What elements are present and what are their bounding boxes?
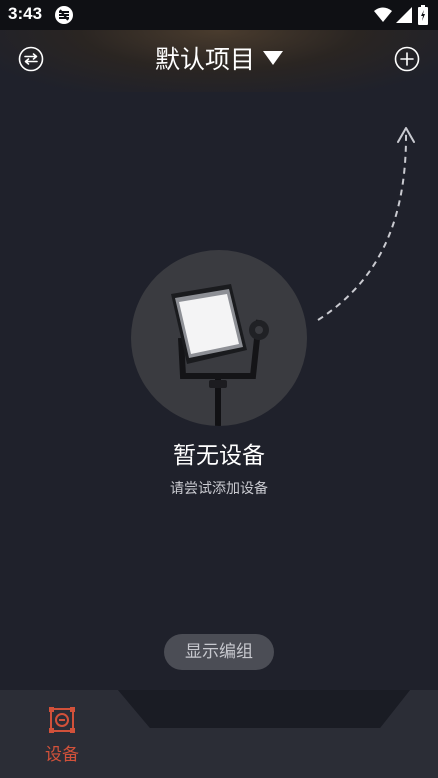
hint-arrow-icon: [317, 127, 415, 321]
cell-signal-icon: [396, 7, 412, 23]
device-frame-icon: [49, 707, 75, 733]
project-selector[interactable]: 默认项目: [0, 40, 438, 76]
empty-state-subtitle: 请尝试添加设备: [170, 481, 268, 497]
bottom-nav: 设备: [0, 690, 438, 778]
caret-down-icon: [263, 51, 283, 65]
status-time: 3:43: [8, 4, 43, 23]
page-title: 默认项目: [154, 45, 255, 74]
wifi-icon: [374, 7, 392, 22]
battery-icon: [418, 5, 428, 25]
status-bar: 3:43: [0, 0, 438, 30]
plus-circle-icon[interactable]: [394, 46, 420, 72]
tab-devices-label: 设备: [45, 745, 79, 765]
app-header: 默认项目: [0, 30, 438, 92]
empty-state-image: [131, 250, 307, 426]
studio-light-image: [171, 284, 269, 426]
app-notification-icon: [55, 6, 73, 24]
empty-state-title: 暂无设备: [173, 443, 265, 469]
show-groups-button[interactable]: 显示编组: [164, 634, 274, 670]
tab-devices[interactable]: 设备: [30, 706, 94, 770]
